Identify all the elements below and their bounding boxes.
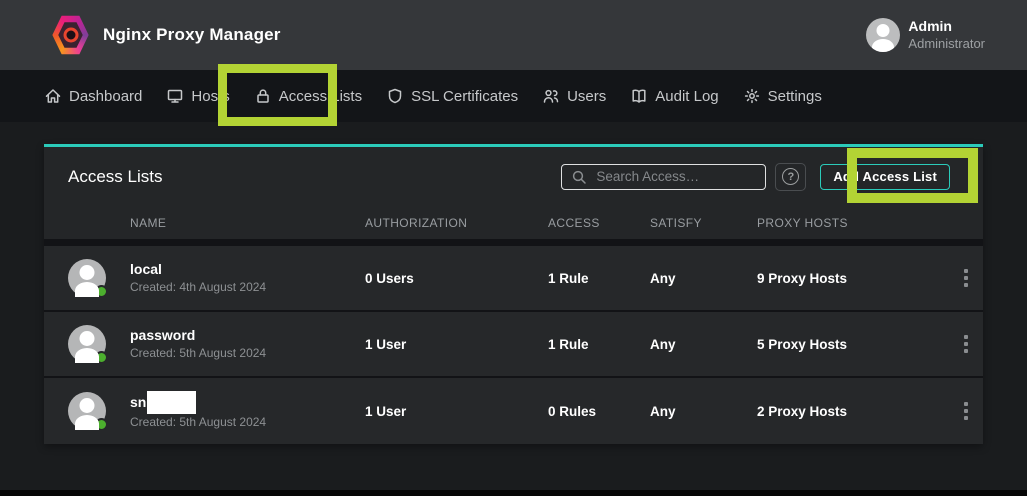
- main-nav: Dashboard Hosts Access Lists SSL Certifi…: [0, 70, 1027, 122]
- table-divider: [44, 239, 983, 246]
- row-name: password: [130, 326, 266, 346]
- lock-icon: [254, 87, 272, 105]
- table-body: local Created: 4th August 2024 0 Users 1…: [44, 246, 983, 444]
- cell-satisfy: Any: [650, 337, 757, 352]
- npm-logo-icon: [52, 15, 89, 56]
- row-avatar: [68, 325, 106, 363]
- nav-item-label: Access Lists: [279, 88, 362, 105]
- redaction-box: [147, 391, 196, 414]
- table-row[interactable]: password Created: 5th August 2024 1 User…: [44, 312, 983, 376]
- app-topbar: Nginx Proxy Manager Admin Administrator: [0, 0, 1027, 70]
- gear-icon: [743, 87, 761, 105]
- column-header-access: ACCESS: [548, 216, 650, 230]
- cell-proxy-hosts: 2 Proxy Hosts: [757, 404, 948, 419]
- access-lists-panel: Access Lists ? Add Access List NAME AUTH…: [44, 144, 983, 444]
- app-title: Nginx Proxy Manager: [103, 25, 281, 45]
- status-dot: [95, 418, 108, 431]
- cell-authorization: 1 User: [365, 404, 548, 419]
- row-created: Created: 5th August 2024: [130, 414, 266, 431]
- nav-item-label: Hosts: [191, 88, 229, 105]
- help-button[interactable]: ?: [775, 163, 806, 191]
- search-icon: [571, 169, 587, 185]
- status-dot: [95, 351, 108, 364]
- table-row[interactable]: local Created: 4th August 2024 0 Users 1…: [44, 246, 983, 310]
- nav-item-label: Users: [567, 88, 606, 105]
- row-created: Created: 5th August 2024: [130, 345, 266, 362]
- question-icon: ?: [782, 168, 799, 185]
- column-header-proxy-hosts: PROXY HOSTS: [757, 216, 948, 230]
- row-name: sn: [130, 391, 266, 414]
- nav-item-users[interactable]: Users: [542, 87, 606, 105]
- search-box: [561, 164, 766, 190]
- nav-item-access-lists[interactable]: Access Lists: [254, 87, 362, 105]
- cell-access: 1 Rule: [548, 271, 650, 286]
- nav-item-ssl-certificates[interactable]: SSL Certificates: [386, 87, 518, 105]
- user-role: Administrator: [908, 36, 985, 52]
- book-icon: [630, 87, 648, 105]
- row-menu-button[interactable]: [948, 396, 983, 426]
- search-input[interactable]: [561, 164, 766, 190]
- main-content: Access Lists ? Add Access List NAME AUTH…: [0, 122, 1027, 444]
- nav-item-settings[interactable]: Settings: [743, 87, 822, 105]
- user-menu[interactable]: Admin Administrator: [866, 18, 985, 52]
- nav-item-label: Audit Log: [655, 88, 718, 105]
- row-created: Created: 4th August 2024: [130, 279, 266, 296]
- column-header-satisfy: SATISFY: [650, 216, 757, 230]
- user-name: Admin: [908, 18, 985, 36]
- status-dot: [95, 285, 108, 298]
- nav-item-label: Settings: [768, 88, 822, 105]
- add-access-list-button[interactable]: Add Access List: [820, 164, 950, 190]
- cell-authorization: 1 User: [365, 337, 548, 352]
- nav-item-audit-log[interactable]: Audit Log: [630, 87, 718, 105]
- nav-item-hosts[interactable]: Hosts: [166, 87, 229, 105]
- table-header: NAME AUTHORIZATION ACCESS SATISFY PROXY …: [44, 206, 983, 239]
- cell-access: 0 Rules: [548, 404, 650, 419]
- nav-item-label: SSL Certificates: [411, 88, 518, 105]
- nav-item-label: Dashboard: [69, 88, 142, 105]
- row-menu-button[interactable]: [948, 329, 983, 359]
- shield-icon: [386, 87, 404, 105]
- cell-authorization: 0 Users: [365, 271, 548, 286]
- users-icon: [542, 87, 560, 105]
- nav-item-dashboard[interactable]: Dashboard: [44, 87, 142, 105]
- row-name: local: [130, 260, 266, 280]
- panel-header: Access Lists ? Add Access List: [44, 147, 983, 206]
- cell-proxy-hosts: 9 Proxy Hosts: [757, 271, 948, 286]
- row-menu-button[interactable]: [948, 263, 983, 293]
- cell-satisfy: Any: [650, 404, 757, 419]
- bottom-strip: [0, 490, 1027, 496]
- cell-proxy-hosts: 5 Proxy Hosts: [757, 337, 948, 352]
- row-avatar: [68, 259, 106, 297]
- row-avatar: [68, 392, 106, 430]
- panel-title: Access Lists: [68, 167, 162, 187]
- cell-access: 1 Rule: [548, 337, 650, 352]
- user-avatar: [866, 18, 900, 52]
- table-row[interactable]: sn Created: 5th August 2024 1 User 0 Rul…: [44, 378, 983, 444]
- column-header-name: NAME: [44, 216, 365, 230]
- cell-satisfy: Any: [650, 271, 757, 286]
- home-icon: [44, 87, 62, 105]
- column-header-authorization: AUTHORIZATION: [365, 216, 548, 230]
- monitor-icon: [166, 87, 184, 105]
